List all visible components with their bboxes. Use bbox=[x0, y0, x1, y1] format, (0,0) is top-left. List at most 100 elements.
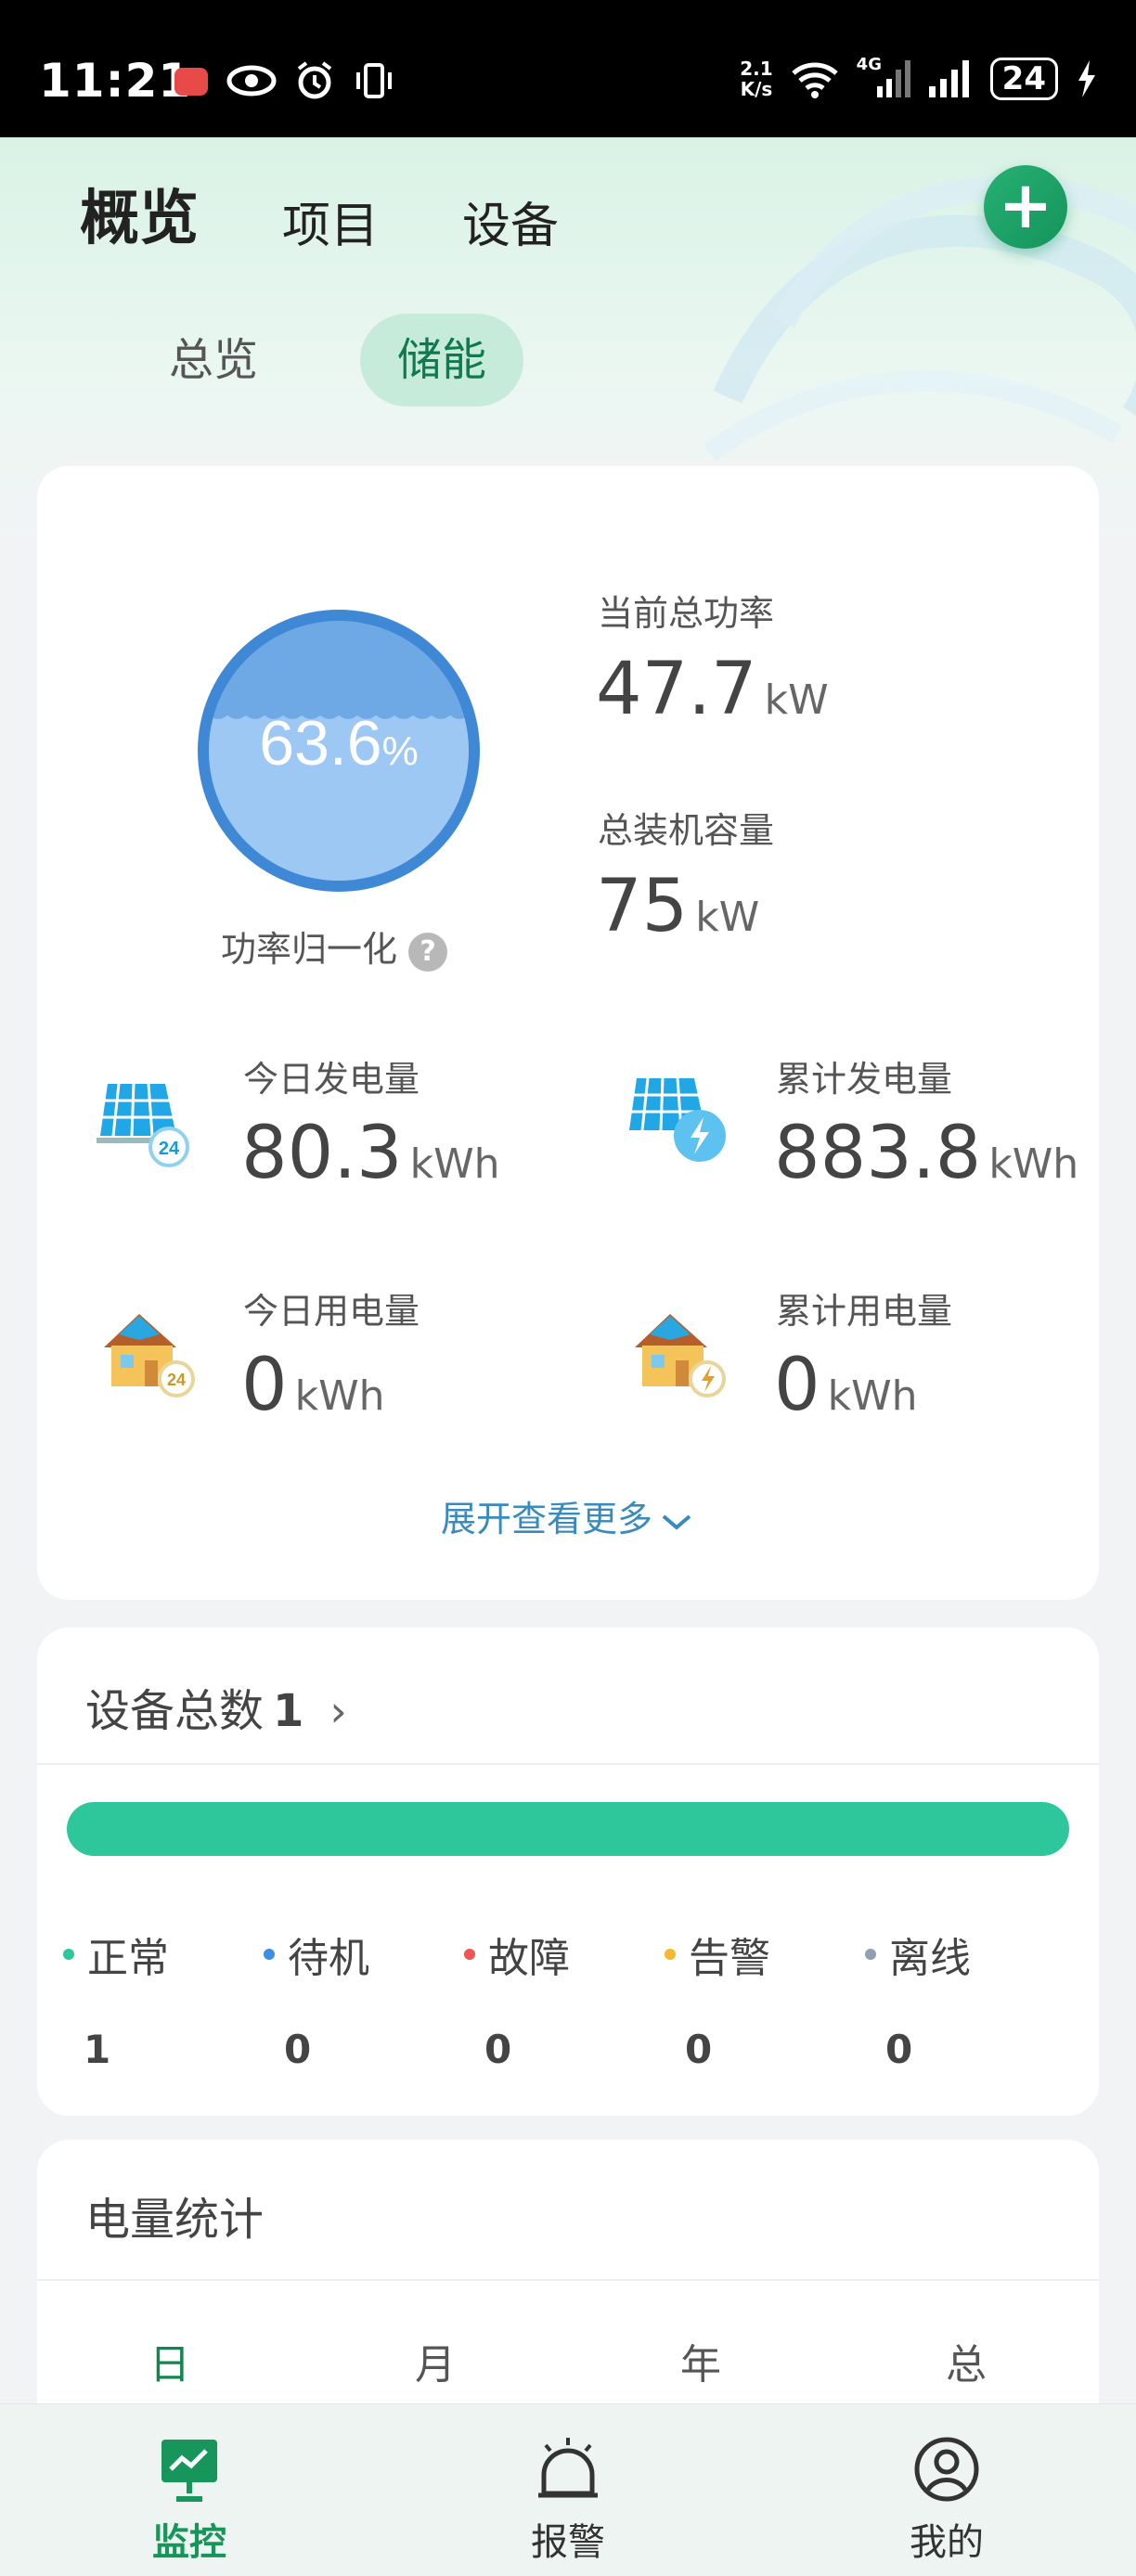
nav-monitor-label: 监控 bbox=[152, 2521, 226, 2564]
nav-profile[interactable]: 我的 bbox=[757, 2404, 1136, 2576]
status-count: 0 bbox=[685, 2027, 713, 2072]
nav-alarm[interactable]: 报警 bbox=[379, 2404, 757, 2576]
today-use-unit: kWh bbox=[294, 1372, 385, 1420]
alarm-clock-icon bbox=[297, 61, 332, 99]
status-count: 0 bbox=[284, 2027, 312, 2072]
current-power-number: 47.7 bbox=[596, 648, 757, 731]
expand-more-label: 展开查看更多 bbox=[440, 1499, 652, 1539]
total-use-label: 累计用电量 bbox=[776, 1291, 953, 1332]
solar-panel-total-icon bbox=[629, 1077, 726, 1162]
overview-card: 63.6% 功率归一化? 当前总功率 47.7 kW 总装机容量 75 kW 24 … bbox=[37, 466, 1099, 1600]
total-use-number: 0 bbox=[774, 1344, 820, 1427]
chevron-right-icon: › bbox=[329, 1686, 347, 1736]
nav-profile-label: 我的 bbox=[910, 2521, 984, 2564]
sub-tabs: 总览 储能 bbox=[132, 314, 524, 406]
total-gen-number: 883.8 bbox=[774, 1112, 982, 1195]
today-use-label: 今日用电量 bbox=[243, 1291, 420, 1332]
device-total-label: 设备总数 bbox=[85, 1685, 265, 1737]
total-gen-unit: kWh bbox=[988, 1140, 1079, 1188]
device-total-link[interactable]: 设备总数 1 › bbox=[85, 1674, 347, 1739]
signal-icon bbox=[928, 60, 969, 97]
today-gen-label: 今日发电量 bbox=[243, 1059, 420, 1100]
app-notification-icon bbox=[174, 68, 208, 96]
divider bbox=[37, 2279, 1099, 2281]
status-dot bbox=[865, 1949, 876, 1960]
status-count: 1 bbox=[84, 2027, 111, 2072]
tab-overview[interactable]: 概览 bbox=[80, 171, 199, 256]
total-use-unit: kWh bbox=[827, 1372, 918, 1420]
status-time: 11:21 bbox=[39, 54, 192, 108]
help-icon[interactable]: ? bbox=[408, 932, 448, 972]
total-use-value: 0 kWh bbox=[774, 1344, 918, 1427]
gauge-label-text: 功率归一化 bbox=[221, 929, 398, 970]
network-type: 4G bbox=[856, 55, 882, 74]
capacity-number: 75 bbox=[596, 865, 689, 948]
capacity-label: 总装机容量 bbox=[598, 810, 775, 851]
status-alarm[interactable]: 告警 0 bbox=[665, 1925, 865, 2072]
status-count: 0 bbox=[484, 2027, 512, 2072]
cellular-4g-icon: 4G bbox=[856, 55, 910, 99]
today-gen-number: 80.3 bbox=[241, 1112, 403, 1195]
current-power-value: 47.7 kW bbox=[596, 648, 829, 731]
subtab-summary[interactable]: 总览 bbox=[132, 314, 295, 406]
tab-devices[interactable]: 设备 bbox=[462, 187, 559, 256]
gauge-label: 功率归一化? bbox=[221, 921, 448, 972]
background-swirl-decoration bbox=[703, 175, 1136, 461]
status-standby[interactable]: 待机 0 bbox=[264, 1925, 464, 2072]
expand-more-button[interactable]: 展开查看更多 bbox=[37, 1490, 1099, 1541]
bottom-navigation: 监控 报警 我的 bbox=[0, 2403, 1136, 2576]
status-system-icons: 2.1 K/s 4G 24 bbox=[740, 55, 1097, 100]
total-gen-label: 累计发电量 bbox=[776, 1059, 953, 1100]
gauge-percent-sign: % bbox=[382, 728, 419, 774]
charging-icon bbox=[1078, 60, 1095, 97]
status-dot bbox=[464, 1949, 475, 1960]
status-name: 故障 bbox=[488, 1935, 570, 1982]
today-use-number: 0 bbox=[241, 1344, 288, 1427]
device-total-count: 1 bbox=[273, 1685, 304, 1737]
current-power-label: 当前总功率 bbox=[598, 593, 775, 634]
vibrate-icon bbox=[356, 63, 392, 98]
alarm-bell-icon bbox=[538, 2438, 598, 2498]
net-speed: 2.1 K/s bbox=[740, 58, 772, 99]
divider bbox=[37, 1763, 1099, 1765]
device-summary-card: 设备总数 1 › 正常 1 待机 0 故障 0 告警 0 离线 0 bbox=[37, 1628, 1099, 2116]
today-gen-value: 80.3 kWh bbox=[241, 1112, 500, 1195]
power-normalization-gauge: 63.6% bbox=[198, 610, 480, 892]
status-normal[interactable]: 正常 1 bbox=[63, 1925, 264, 2072]
device-status-bar bbox=[67, 1802, 1069, 1856]
add-button[interactable]: + bbox=[984, 165, 1067, 249]
today-use-value: 0 kWh bbox=[241, 1344, 385, 1427]
status-count: 0 bbox=[885, 2027, 913, 2072]
user-profile-icon bbox=[914, 2437, 979, 2502]
net-speed-unit: K/s bbox=[740, 78, 773, 100]
status-name: 待机 bbox=[288, 1935, 369, 1982]
chevron-down-icon bbox=[662, 1513, 691, 1530]
current-power-unit: kW bbox=[764, 676, 829, 724]
status-notification-icons bbox=[173, 59, 395, 102]
status-bar: 11:21 2.1 K/s 4G 24 bbox=[0, 0, 1136, 137]
capacity-value: 75 kW bbox=[596, 865, 759, 948]
house-total-icon bbox=[635, 1314, 726, 1397]
energy-stats-title: 电量统计 bbox=[85, 2194, 265, 2246]
total-gen-value: 883.8 kWh bbox=[774, 1112, 1078, 1195]
nav-alarm-label: 报警 bbox=[531, 2521, 605, 2564]
status-offline[interactable]: 离线 0 bbox=[865, 1925, 1065, 2072]
capacity-unit: kW bbox=[695, 894, 760, 941]
status-name: 离线 bbox=[889, 1935, 971, 1982]
battery-indicator: 24 bbox=[989, 58, 1058, 100]
today-gen-unit: kWh bbox=[409, 1140, 500, 1188]
tab-projects[interactable]: 项目 bbox=[282, 187, 379, 256]
status-fault[interactable]: 故障 0 bbox=[464, 1925, 665, 2072]
gauge-value: 63.6 bbox=[259, 708, 381, 779]
status-dot bbox=[264, 1949, 275, 1960]
subtab-energy-storage[interactable]: 储能 bbox=[360, 314, 524, 406]
solar-panel-today-icon: 24 bbox=[97, 1083, 189, 1167]
status-dot bbox=[665, 1949, 676, 1960]
today-use-badge: 24 bbox=[167, 1371, 186, 1389]
status-dot bbox=[63, 1949, 74, 1960]
monitor-icon bbox=[161, 2440, 217, 2502]
wifi-icon bbox=[791, 62, 838, 98]
nav-monitor[interactable]: 监控 bbox=[0, 2404, 379, 2576]
status-name: 正常 bbox=[87, 1935, 169, 1982]
net-speed-value: 2.1 bbox=[740, 58, 773, 80]
